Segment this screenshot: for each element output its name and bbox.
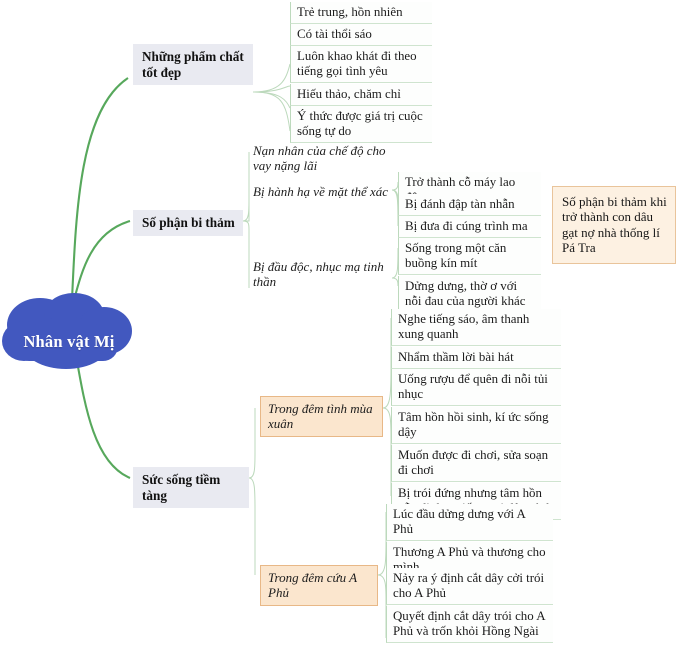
leaf-node[interactable]: Nảy ra ý định cắt dây cởi trói cho A Phủ: [386, 568, 553, 606]
branch-node-so-phan-bi-tham[interactable]: Số phận bi thảm: [133, 210, 243, 236]
sub-node[interactable]: Nạn nhân của chế độ cho vay nặng lãi: [249, 140, 394, 177]
leaf-node[interactable]: Muốn được đi chơi, sửa soạn đi chơi: [391, 445, 561, 483]
leaf-node[interactable]: Sống trong một căn buồng kín mít: [398, 238, 541, 276]
leaf-node[interactable]: Nhẩm thầm lời bài hát: [391, 347, 561, 370]
branch-node-suc-song-tiem-tang[interactable]: Sức sống tiềm tàng: [133, 467, 249, 509]
leaf-node[interactable]: Hiếu thảo, chăm chỉ: [290, 84, 432, 107]
leaf-node[interactable]: Quyết định cắt dây trói cho A Phủ và trố…: [386, 606, 553, 644]
root-node-label: Nhân vật Mị: [23, 331, 115, 351]
mindmap-canvas: Nhân vật Mị Những phẩm chất tốt đẹp Trẻ …: [0, 0, 680, 646]
sub-node[interactable]: Bị đầu độc, nhục mạ tinh thần: [249, 256, 394, 293]
leaf-node[interactable]: Luôn khao khát đi theo tiếng gọi tình yê…: [290, 46, 432, 84]
root-node[interactable]: Nhân vật Mị: [0, 293, 138, 378]
leaf-node[interactable]: Dửng dưng, thờ ơ với nỗi đau của người k…: [398, 276, 541, 314]
leaf-node[interactable]: Ý thức được giá trị cuộc sống tự do: [290, 106, 432, 144]
sub-node-dem-tinh-mua-xuan[interactable]: Trong đêm tình mùa xuân: [260, 396, 383, 437]
leaf-node[interactable]: Tâm hồn hồi sinh, kí ức sống dậy: [391, 407, 561, 445]
leaf-node[interactable]: Nghe tiếng sáo, âm thanh xung quanh: [391, 309, 561, 347]
leaf-node[interactable]: Lúc đầu dửng dưng với A Phủ: [386, 504, 553, 542]
branch-node-pham-chat-tot-dep[interactable]: Những phẩm chất tốt đẹp: [133, 44, 253, 86]
sub-node[interactable]: Bị hành hạ về mặt thể xác: [249, 181, 395, 202]
leaf-node[interactable]: Trẻ trung, hồn nhiên: [290, 2, 432, 25]
leaf-node[interactable]: Bị đưa đi cúng trình ma: [398, 216, 541, 239]
leaf-node[interactable]: Bị đánh đập tàn nhẫn: [398, 194, 541, 217]
leaf-node[interactable]: Uống rượu để quên đi nỗi tủi nhục: [391, 369, 561, 407]
leaf-node[interactable]: Có tài thổi sáo: [290, 24, 432, 47]
sub-node-dem-cuu-a-phu[interactable]: Trong đêm cứu A Phủ: [260, 565, 378, 606]
summary-node-so-phan[interactable]: Số phận bi thảm khi trở thành con dâu gạ…: [552, 186, 676, 265]
